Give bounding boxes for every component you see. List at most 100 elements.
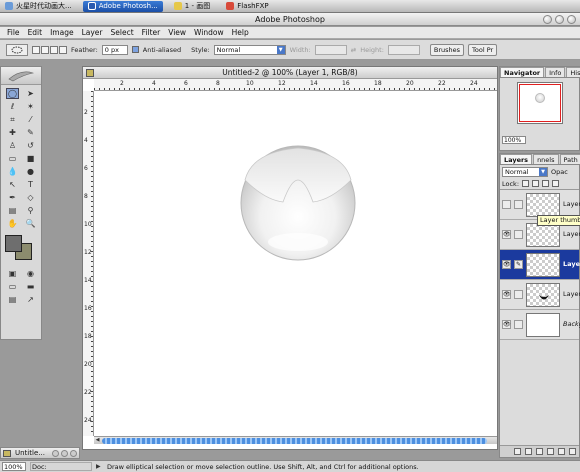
- antialiased-checkbox[interactable]: [131, 46, 139, 53]
- tab-channels[interactable]: nnels: [533, 154, 559, 164]
- hand-tool-icon[interactable]: ✋: [6, 218, 19, 229]
- lock-position-icon[interactable]: [542, 180, 550, 187]
- menu-edit[interactable]: Edit: [24, 27, 47, 39]
- blur-tool-icon[interactable]: 💧: [6, 166, 19, 177]
- healing-brush-tool-icon[interactable]: ✚: [6, 127, 19, 138]
- new-selection-icon[interactable]: [32, 45, 40, 54]
- jump-to-imageready-icon[interactable]: ↗: [24, 294, 37, 305]
- swap-icon[interactable]: ⇄: [351, 46, 356, 54]
- layer-style-icon[interactable]: [514, 448, 521, 455]
- subtract-selection-icon[interactable]: [50, 45, 58, 54]
- link-toggle[interactable]: [514, 320, 523, 329]
- pen-tool-icon[interactable]: ✒: [6, 192, 19, 203]
- style-select[interactable]: Normal ▼: [213, 44, 286, 55]
- move-tool-icon[interactable]: ➤: [24, 88, 37, 99]
- menu-filter[interactable]: Filter: [138, 27, 165, 39]
- trash-icon[interactable]: [569, 448, 576, 455]
- view-box[interactable]: [518, 84, 561, 122]
- new-layer-icon[interactable]: [558, 448, 565, 455]
- brush-icon[interactable]: ✎: [514, 260, 523, 269]
- type-tool-icon[interactable]: T: [24, 179, 37, 190]
- minimize-icon[interactable]: [61, 450, 68, 457]
- tab-info[interactable]: Info: [545, 67, 566, 77]
- visibility-toggle-empty[interactable]: [502, 200, 511, 209]
- new-set-icon[interactable]: [536, 448, 543, 455]
- play-icon[interactable]: ▶: [96, 463, 103, 470]
- link-toggle[interactable]: [514, 200, 523, 209]
- elliptical-marquee-preset-icon[interactable]: [6, 43, 28, 56]
- lasso-tool-icon[interactable]: ℓ: [6, 101, 19, 112]
- eraser-tool-icon[interactable]: ▭: [6, 153, 19, 164]
- menu-file[interactable]: File: [3, 27, 24, 39]
- document-titlebar[interactable]: Untitled-2 @ 100% (Layer 1, RGB/8): [83, 67, 497, 79]
- elliptical-marquee-tool-icon[interactable]: ◯: [6, 88, 19, 99]
- intersect-selection-icon[interactable]: [59, 45, 67, 54]
- lock-transparency-icon[interactable]: [522, 180, 530, 187]
- quick-mask-mode-icon[interactable]: ◉: [24, 268, 37, 279]
- task-flashfxp[interactable]: FlashFXP: [221, 1, 273, 12]
- eye-icon[interactable]: 👁: [502, 320, 511, 329]
- tab-paths[interactable]: Path: [559, 154, 580, 164]
- slice-tool-icon[interactable]: ⁄: [24, 114, 37, 125]
- navigator-zoom-field[interactable]: 100%: [502, 136, 526, 144]
- eye-icon[interactable]: 👁: [502, 290, 511, 299]
- tab-navigator[interactable]: Navigator: [500, 67, 545, 77]
- screen-mode-standard-icon[interactable]: ▭: [6, 281, 19, 292]
- status-doc-size[interactable]: Doc: 1.37M/3.34M: [30, 462, 92, 472]
- status-zoom-field[interactable]: 100%: [2, 462, 26, 471]
- tab-histogram[interactable]: Histo: [566, 67, 580, 77]
- navigator-preview[interactable]: [516, 82, 563, 124]
- history-brush-tool-icon[interactable]: ↺: [24, 140, 37, 151]
- menu-select[interactable]: Select: [107, 27, 138, 39]
- zoom-icon[interactable]: [70, 450, 77, 457]
- menu-view[interactable]: View: [164, 27, 190, 39]
- ruler-horizontal[interactable]: 2 4 6 8 10 12 14 16 18 20 22 24: [94, 79, 497, 91]
- crop-tool-icon[interactable]: ⌗: [6, 114, 19, 125]
- horizontal-scrollbar[interactable]: ◀: [94, 436, 497, 444]
- shape-tool-icon[interactable]: ◇: [24, 192, 37, 203]
- menu-help[interactable]: Help: [228, 27, 253, 39]
- task-paint[interactable]: 1 - 画图: [169, 1, 215, 12]
- scroll-thumb[interactable]: [102, 438, 487, 444]
- screen-mode-full-icon[interactable]: ▬: [24, 281, 37, 292]
- clone-stamp-tool-icon[interactable]: ♙: [6, 140, 19, 151]
- tab-brushes[interactable]: Brushes: [429, 43, 465, 56]
- notes-tool-icon[interactable]: ▤: [6, 205, 19, 216]
- scroll-left-icon[interactable]: ◀: [94, 437, 101, 444]
- task-photoshop[interactable]: Adobe Photosh...: [82, 0, 163, 12]
- dodge-tool-icon[interactable]: ●: [24, 166, 37, 177]
- blend-mode-select[interactable]: Normal ▼: [502, 166, 548, 177]
- screen-mode-full-menu-icon[interactable]: ▤: [6, 294, 19, 305]
- menu-image[interactable]: Image: [46, 27, 78, 39]
- foreground-color-swatch[interactable]: [5, 235, 22, 252]
- menu-window[interactable]: Window: [190, 27, 228, 39]
- gradient-tool-icon[interactable]: ■: [24, 153, 37, 164]
- ruler-vertical[interactable]: 2 4 6 8 10 12 14 16 18 20 22 24: [83, 91, 94, 436]
- image-canvas[interactable]: [95, 92, 497, 436]
- add-selection-icon[interactable]: [41, 45, 49, 54]
- layer-mask-icon[interactable]: [525, 448, 532, 455]
- magic-wand-tool-icon[interactable]: ✶: [24, 101, 37, 112]
- brush-tool-icon[interactable]: ✎: [24, 127, 37, 138]
- close-icon[interactable]: [52, 450, 59, 457]
- width-input[interactable]: [314, 44, 347, 55]
- close-button[interactable]: [567, 15, 576, 24]
- layer-row[interactable]: 👁 Layer: [500, 280, 580, 310]
- maximize-button[interactable]: [555, 15, 564, 24]
- eyedropper-tool-icon[interactable]: ⚲: [24, 205, 37, 216]
- eye-icon[interactable]: 👁: [502, 230, 511, 239]
- menu-layer[interactable]: Layer: [78, 27, 107, 39]
- minimize-button[interactable]: [543, 15, 552, 24]
- height-input[interactable]: [387, 44, 420, 55]
- link-toggle[interactable]: [514, 230, 523, 239]
- lock-all-icon[interactable]: [552, 180, 560, 187]
- tab-layers[interactable]: Layers: [500, 154, 533, 164]
- standard-mode-icon[interactable]: ▣: [6, 268, 19, 279]
- lock-image-icon[interactable]: [532, 180, 540, 187]
- task-huoxing[interactable]: 火星时代动画大...: [0, 1, 77, 12]
- zoom-tool-icon[interactable]: 🔍: [24, 218, 37, 229]
- layer-row-selected[interactable]: 👁 ✎ Layer: [500, 250, 580, 280]
- path-selection-tool-icon[interactable]: ↖: [6, 179, 19, 190]
- minimized-document[interactable]: Untitle...: [0, 447, 80, 459]
- adjustment-layer-icon[interactable]: [547, 448, 554, 455]
